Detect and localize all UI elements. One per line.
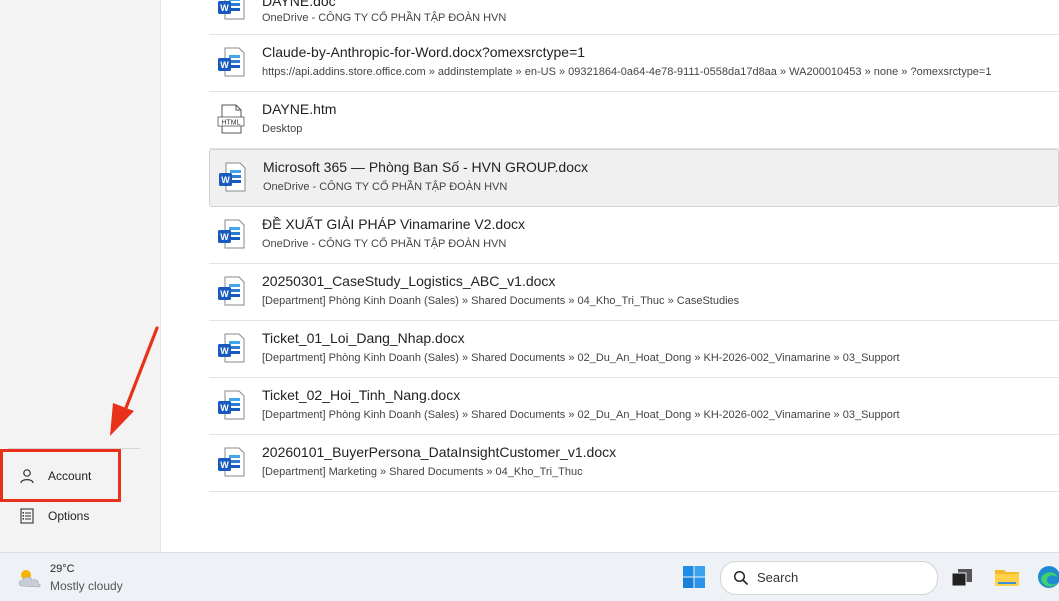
file-path: Desktop <box>262 123 303 135</box>
search-label: Search <box>757 570 799 585</box>
file-name: Ticket_02_Hoi_Tinh_Nang.docx <box>262 387 461 403</box>
svg-text:W: W <box>220 403 229 413</box>
annotation-highlight-box <box>0 449 121 502</box>
recent-file-row[interactable]: W Ticket_02_Hoi_Tinh_Nang.docx [Departme… <box>209 378 1059 435</box>
svg-text:HTML: HTML <box>221 120 240 127</box>
file-path: [Department] Phòng Kinh Doanh (Sales) » … <box>262 352 900 364</box>
file-path: OneDrive - CÔNG TY CỔ PHẦN TẬP ĐOÀN HVN <box>262 12 507 24</box>
file-name: DAYNE.doc <box>262 0 336 9</box>
file-path: https://api.addins.store.office.com » ad… <box>262 66 992 78</box>
edge-browser-icon[interactable] <box>1037 565 1059 589</box>
file-name: Microsoft 365 — Phòng Ban Số - HVN GROUP… <box>263 159 588 175</box>
file-name: Claude-by-Anthropic-for-Word.docx?omexsr… <box>262 44 586 60</box>
file-name: 20250301_CaseStudy_Logistics_ABC_v1.docx <box>262 273 556 289</box>
recent-file-row-selected[interactable]: W Microsoft 365 — Phòng Ban Số - HVN GRO… <box>209 149 1059 207</box>
word-doc-icon: W <box>218 162 246 192</box>
weather-widget[interactable]: 29°C Mostly cloudy <box>16 561 146 595</box>
recent-file-row[interactable]: W Claude-by-Anthropic-for-Word.docx?omex… <box>209 35 1059 92</box>
file-path: [Department] Phòng Kinh Doanh (Sales) » … <box>262 295 740 307</box>
svg-text:W: W <box>221 175 230 185</box>
word-doc-icon: W <box>217 219 245 249</box>
taskbar: 29°C Mostly cloudy Search <box>0 552 1059 601</box>
nav-options-label: Options <box>48 509 90 523</box>
svg-text:W: W <box>220 346 229 356</box>
file-explorer-icon[interactable] <box>994 565 1019 589</box>
recent-file-row[interactable]: W ĐỀ XUẤT GIẢI PHÁP Vinamarine V2.docx O… <box>209 207 1059 264</box>
recent-file-row[interactable]: W 20260101_BuyerPersona_DataInsightCusto… <box>209 435 1059 492</box>
recent-file-row[interactable]: W Ticket_01_Loi_Dang_Nhap.docx [Departme… <box>209 321 1059 378</box>
search-icon <box>733 570 749 586</box>
cloudy-sun-icon <box>16 567 44 594</box>
weather-condition: Mostly cloudy <box>50 579 123 593</box>
file-name: Ticket_01_Loi_Dang_Nhap.docx <box>262 330 465 346</box>
svg-text:W: W <box>220 60 229 70</box>
file-name: DAYNE.htm <box>262 101 337 117</box>
word-doc-icon: W <box>217 390 245 420</box>
file-path: OneDrive - CÔNG TY CỔ PHẦN TẬP ĐOÀN HVN <box>262 238 507 250</box>
word-doc-icon: W <box>217 447 245 477</box>
weather-temp: 29°C <box>50 563 75 575</box>
svg-text:W: W <box>220 232 229 242</box>
nav-options[interactable]: Options <box>8 498 140 534</box>
recent-files-pane: W DAYNE.doc OneDrive - CÔNG TY CỔ PHẦN T… <box>161 0 1059 552</box>
file-name: ĐỀ XUẤT GIẢI PHÁP Vinamarine V2.docx <box>262 216 526 232</box>
recent-file-row[interactable]: W DAYNE.doc OneDrive - CÔNG TY CỔ PHẦN T… <box>209 0 1059 35</box>
svg-text:W: W <box>220 460 229 470</box>
svg-text:W: W <box>220 289 229 299</box>
word-doc-icon: W <box>217 47 245 77</box>
word-doc-icon: W <box>217 333 245 363</box>
html-file-icon: HTML <box>217 104 245 134</box>
file-path: [Department] Phòng Kinh Doanh (Sales) » … <box>262 409 900 421</box>
task-view-icon[interactable] <box>950 565 974 589</box>
options-icon <box>16 508 38 524</box>
file-path: OneDrive - CÔNG TY CỔ PHẦN TẬP ĐOÀN HVN <box>263 181 508 193</box>
recent-file-row[interactable]: W 20250301_CaseStudy_Logistics_ABC_v1.do… <box>209 264 1059 321</box>
word-doc-icon: W <box>217 276 245 306</box>
word-doc-icon: W <box>217 0 245 20</box>
file-path: [Department] Marketing » Shared Document… <box>262 466 583 478</box>
file-name: 20260101_BuyerPersona_DataInsightCustome… <box>262 444 617 460</box>
recent-files-list: W DAYNE.doc OneDrive - CÔNG TY CỔ PHẦN T… <box>209 0 1059 492</box>
svg-text:W: W <box>220 3 229 13</box>
windows-start-icon[interactable] <box>682 565 706 589</box>
taskbar-search[interactable]: Search <box>720 561 938 595</box>
recent-file-row[interactable]: HTML DAYNE.htm Desktop <box>209 92 1059 149</box>
